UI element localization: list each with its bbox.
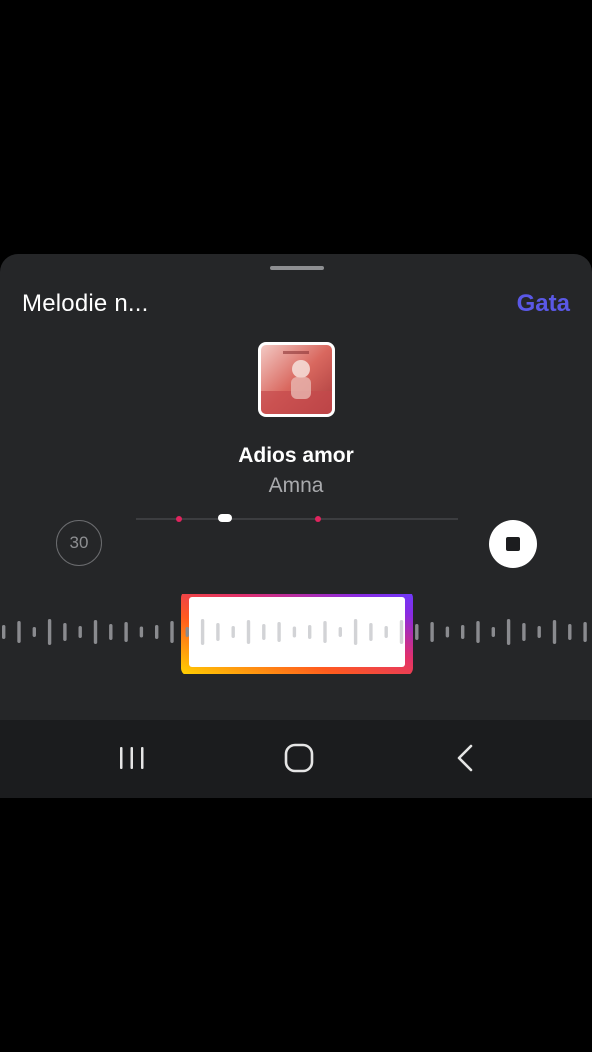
lyric-marker xyxy=(315,516,321,522)
progress-track[interactable] xyxy=(136,514,458,522)
song-title: Adios amor xyxy=(238,444,354,467)
waveform-bar xyxy=(47,619,52,645)
audio-waveform-scrubber[interactable] xyxy=(0,594,592,674)
waveform-bar xyxy=(568,624,572,640)
waveform-bar xyxy=(124,622,128,642)
artist-name: Amna xyxy=(268,474,324,497)
playhead[interactable] xyxy=(218,514,232,522)
waveform-bar xyxy=(506,619,511,645)
system-navigation-bar xyxy=(0,720,592,798)
waveform-bar xyxy=(109,624,113,640)
waveform-bar xyxy=(430,622,434,642)
waveform-bar xyxy=(78,626,82,638)
waveform-bar xyxy=(155,625,159,639)
waveform-bar xyxy=(445,626,450,638)
waveform-bar xyxy=(246,620,251,644)
waveform-bar xyxy=(185,627,189,637)
lyric-marker xyxy=(176,516,182,522)
clip-duration-button[interactable]: 30 xyxy=(56,520,102,566)
recents-icon[interactable] xyxy=(110,738,154,778)
music-picker-sheet: Melodie n... Gata Adios amor Amna 30 xyxy=(0,254,592,720)
waveform-bar xyxy=(170,621,174,643)
waveform-bar xyxy=(63,623,67,641)
waveform-bar xyxy=(461,625,465,639)
waveform-bar xyxy=(369,623,373,641)
home-icon[interactable] xyxy=(277,738,321,778)
waveform-bar xyxy=(2,625,6,639)
album-cover xyxy=(258,342,335,417)
waveform-bar xyxy=(491,627,495,637)
waveform-bar xyxy=(338,627,342,637)
waveform-bar xyxy=(32,627,36,637)
sheet-drag-handle[interactable] xyxy=(270,266,324,270)
sheet-title: Melodie n... xyxy=(22,290,149,317)
waveform-bar xyxy=(93,620,98,644)
waveform-bar xyxy=(139,626,144,638)
stop-button[interactable] xyxy=(489,520,537,568)
waveform-bar xyxy=(399,620,404,644)
stop-icon xyxy=(506,537,520,551)
back-icon[interactable] xyxy=(444,738,488,778)
waveform-bar xyxy=(216,623,220,641)
waveform-bar xyxy=(323,621,327,643)
waveform-bar xyxy=(415,624,419,640)
done-button[interactable]: Gata xyxy=(517,290,570,318)
waveform-bar xyxy=(262,624,266,640)
waveform-bar xyxy=(476,621,480,643)
waveform-bar xyxy=(353,619,358,645)
waveform-bar xyxy=(522,623,526,641)
waveform-bar xyxy=(200,619,205,645)
waveform-bar xyxy=(17,621,21,643)
waveform-bar xyxy=(292,626,297,638)
waveform-bar xyxy=(308,625,312,639)
waveform-bar xyxy=(384,626,388,638)
waveform-bar xyxy=(277,622,281,642)
waveform-bar xyxy=(583,622,587,642)
waveform-bar xyxy=(537,626,541,638)
waveform-bar xyxy=(231,626,235,638)
waveform-bar xyxy=(552,620,557,644)
